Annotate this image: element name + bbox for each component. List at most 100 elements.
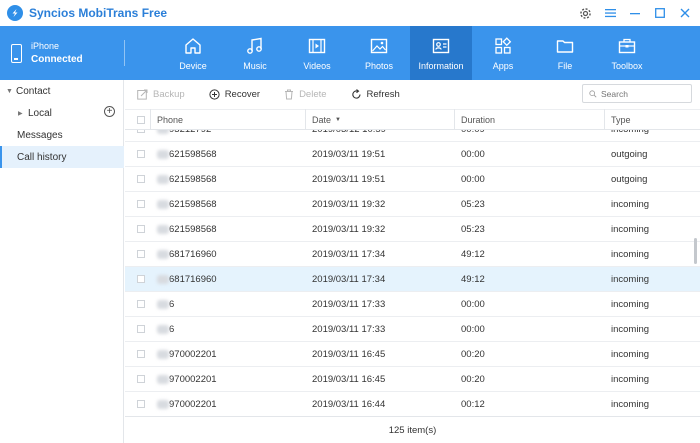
cell-duration: 00:00	[461, 323, 485, 335]
row-checkbox[interactable]	[137, 350, 145, 358]
row-checkbox[interactable]	[137, 300, 145, 308]
table-row[interactable]: 6 2019/03/11 17:33 00:00 incoming	[125, 292, 700, 317]
row-checkbox[interactable]	[137, 200, 145, 208]
row-checkbox-cell	[125, 367, 151, 392]
cell-date: 2019/03/11 17:34	[312, 273, 386, 285]
nav-music[interactable]: Music	[224, 26, 286, 80]
scrollbar-track[interactable]	[693, 130, 698, 415]
film-icon	[308, 38, 326, 54]
cell-duration: 49:12	[461, 248, 485, 260]
refresh-button[interactable]: Refresh	[351, 89, 400, 100]
app-logo-icon	[7, 5, 23, 21]
header-duration[interactable]: Duration	[455, 109, 605, 130]
minimize-icon[interactable]	[628, 6, 642, 20]
header-date[interactable]: Date ▼	[306, 109, 455, 130]
nav-apps[interactable]: Apps	[472, 26, 534, 80]
nav-toolbox[interactable]: Toolbox	[596, 26, 658, 80]
row-checkbox[interactable]	[137, 400, 145, 408]
row-checkbox-cell	[125, 267, 151, 292]
redacted-mark	[157, 324, 169, 334]
add-icon[interactable]: +	[104, 106, 115, 117]
nav-videos[interactable]: Videos	[286, 26, 348, 80]
row-checkbox[interactable]	[137, 275, 145, 283]
redacted-mark	[157, 149, 169, 159]
maximize-icon[interactable]	[653, 6, 667, 20]
sidebar-item-label: Messages	[17, 129, 63, 141]
nav-label: Device	[179, 61, 207, 71]
row-checkbox[interactable]	[137, 150, 145, 158]
row-checkbox[interactable]	[137, 175, 145, 183]
recover-button[interactable]: Recover	[209, 89, 260, 100]
table-row[interactable]: 621598568 2019/03/11 19:51 00:00 outgoing	[125, 142, 700, 167]
cell-type: incoming	[611, 248, 650, 260]
nav-device[interactable]: Device	[162, 26, 224, 80]
table-row[interactable]: 621598568 2019/03/11 19:51 00:00 outgoing	[125, 167, 700, 192]
table-row[interactable]: 970002201 2019/03/11 16:44 00:12 incoming	[125, 392, 700, 417]
sidebar-item-contact[interactable]: ▼ Contact	[0, 80, 124, 102]
cell-duration: 49:12	[461, 273, 485, 285]
nav-label: Toolbox	[611, 61, 643, 71]
table-row[interactable]: 6 2019/03/11 17:33 00:00 incoming	[125, 317, 700, 342]
search-box[interactable]	[582, 84, 692, 103]
select-all-checkbox[interactable]	[137, 115, 145, 124]
item-count: 125 item(s)	[388, 424, 437, 436]
sidebar-item-messages[interactable]: Messages	[0, 124, 124, 146]
cell-date: 2019/03/11 19:32	[312, 198, 386, 210]
gear-icon[interactable]	[578, 6, 592, 20]
caret-down-icon[interactable]: ▼	[6, 88, 16, 95]
cell-type: incoming	[611, 223, 650, 235]
sidebar-item-call-history[interactable]: Call history	[0, 146, 124, 168]
cell-date: 2019/03/11 17:34	[312, 248, 386, 260]
cell-phone: 681716960	[151, 242, 306, 267]
table-row[interactable]: 621598568 2019/03/11 19:32 05:23 incoming	[125, 217, 700, 242]
table-row[interactable]: 970002201 2019/03/11 16:45 00:20 incoming	[125, 342, 700, 367]
music-icon	[247, 37, 262, 54]
header-phone[interactable]: Phone	[151, 109, 306, 130]
row-checkbox[interactable]	[137, 250, 145, 258]
nav-label: Photos	[364, 61, 394, 71]
row-checkbox-cell	[125, 317, 151, 342]
sidebar-item-local[interactable]: ▶ Local +	[0, 102, 124, 124]
image-icon	[370, 38, 388, 54]
search-input[interactable]	[601, 88, 691, 99]
header-divider	[124, 40, 125, 66]
nav-photos[interactable]: Photos	[348, 26, 410, 80]
row-checkbox[interactable]	[137, 225, 145, 233]
scrollbar-thumb[interactable]	[694, 238, 697, 264]
cell-phone: 621598568	[151, 192, 306, 217]
export-icon	[137, 89, 148, 100]
redacted-mark	[157, 199, 169, 209]
cell-duration: 00:20	[461, 373, 485, 385]
cell-date: 2019/03/11 19:51	[312, 173, 386, 185]
sidebar: ▼ Contact ▶ Local + Messages Call histor…	[0, 80, 124, 443]
table-header: Phone Date ▼ Duration Type	[125, 109, 700, 130]
row-checkbox[interactable]	[137, 375, 145, 383]
nav-information[interactable]: Information	[410, 26, 472, 80]
app-title: Syncios MobiTrans Free	[29, 6, 168, 20]
backup-button[interactable]: Backup	[137, 89, 185, 100]
table-row[interactable]: 970002201 2019/03/11 16:45 00:20 incoming	[125, 367, 700, 392]
device-panel[interactable]: iPhone Connected	[0, 26, 124, 80]
menu-icon[interactable]	[603, 6, 617, 20]
cell-date: 2019/03/11 19:32	[312, 223, 386, 235]
caret-right-icon[interactable]: ▶	[18, 110, 28, 117]
table-row[interactable]: 681716960 2019/03/11 17:34 49:12 incoming	[125, 242, 700, 267]
row-checkbox-cell	[125, 130, 151, 142]
status-bar: 125 item(s)	[125, 416, 700, 443]
row-checkbox-cell	[125, 342, 151, 367]
cell-phone: 681716960	[151, 267, 306, 292]
table-row[interactable]: 621598568 2019/03/11 19:32 05:23 incoming	[125, 192, 700, 217]
redacted-mark	[157, 349, 169, 359]
redacted-mark	[157, 174, 169, 184]
row-checkbox[interactable]	[137, 130, 145, 133]
row-checkbox[interactable]	[137, 325, 145, 333]
cell-date: 2019/03/11 17:33	[312, 323, 386, 335]
header-type[interactable]: Type	[605, 109, 700, 130]
table-row[interactable]: 932127922019/03/12 10:5900:09incoming	[125, 130, 700, 142]
cell-date: 2019/03/11 17:33	[312, 298, 386, 310]
nav-file[interactable]: File	[534, 26, 596, 80]
table-row[interactable]: 681716960 2019/03/11 17:34 49:12 incoming	[125, 267, 700, 292]
close-icon[interactable]	[678, 6, 692, 20]
delete-button[interactable]: Delete	[284, 89, 327, 100]
cell-phone: 621598568	[151, 217, 306, 242]
